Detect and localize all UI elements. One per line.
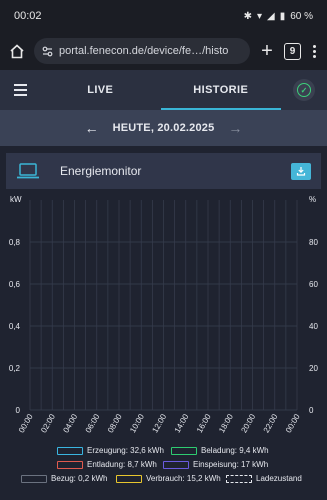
selected-date[interactable]: HEUTE, 20.02.2025 — [113, 122, 215, 134]
legend-swatch — [57, 460, 83, 469]
x-tick-label: 08:00 — [106, 412, 124, 434]
legend-swatch — [171, 446, 197, 455]
download-icon — [296, 167, 306, 176]
energy-chart: 0 00,2 200,4 400,6 600,8 80 00:00 02:00 04:00 06… — [9, 195, 319, 434]
x-tick-label: 12:00 — [150, 412, 168, 434]
y-left-tick-label: 0,4 — [9, 322, 21, 331]
legend-item-erzeugung[interactable]: Erzeugung: 32,6 kWh — [57, 446, 164, 455]
next-day-arrow-icon[interactable]: → — [228, 120, 242, 136]
signal-icon: ◢ — [266, 10, 275, 22]
site-settings-icon[interactable] — [42, 46, 53, 57]
system-icons: ✱ ▾ ◢ ▮ 60 % — [244, 11, 313, 22]
x-tick-label: 22:00 — [262, 412, 280, 434]
x-tick-label: 00:00 — [17, 412, 35, 434]
chart-legend: Erzeugung: 32,6 kWh Beladung: 9,4 kWh En… — [0, 446, 327, 500]
hamburger-menu-icon[interactable] — [0, 70, 40, 110]
y-left-tick-label: 0,8 — [9, 238, 21, 247]
legend-swatch — [57, 446, 83, 455]
download-button[interactable] — [291, 162, 311, 180]
legend-item-verbrauch[interactable]: Verbrauch: 15,2 kWh — [116, 474, 221, 483]
home-icon[interactable] — [8, 42, 26, 60]
x-tick-label: 20:00 — [239, 412, 257, 434]
legend-swatch — [21, 474, 47, 483]
x-tick-label: 06:00 — [84, 412, 102, 434]
previous-day-arrow-icon[interactable]: ← — [85, 120, 99, 136]
legend-swatch — [226, 474, 252, 483]
legend-swatch — [163, 460, 189, 469]
legend-item-entladung[interactable]: Entladung: 8,7 kWh — [57, 460, 157, 469]
y-right-tick-label: 40 — [309, 322, 318, 331]
y-right-tick-label: 80 — [309, 238, 318, 247]
x-tick-label: 00:00 — [284, 412, 302, 434]
card-title: Energiemonitor — [60, 164, 142, 178]
tab-live[interactable]: LIVE — [40, 70, 161, 110]
more-menu-icon[interactable] — [309, 44, 319, 58]
x-tick-label: 14:00 — [173, 412, 191, 434]
y-right-tick-label: 20 — [309, 364, 318, 373]
new-tab-icon[interactable]: + — [258, 41, 276, 61]
system-status-button[interactable]: ✓ — [281, 79, 327, 101]
x-tick-label: 16:00 — [195, 412, 213, 434]
y-left-unit: kW — [10, 195, 22, 204]
app-header: LIVE HISTORIE ✓ — [0, 70, 327, 110]
tab-switcher-button[interactable]: 9 — [284, 42, 301, 60]
checkmark-icon: ✓ — [297, 83, 311, 97]
wifi-icon: ▾ — [256, 10, 262, 22]
legend-item-bezug[interactable]: Bezug: 0,2 kWh — [21, 474, 107, 483]
legend-swatch — [116, 474, 142, 483]
x-tick-label: 18:00 — [217, 412, 235, 434]
x-tick-label: 04:00 — [61, 412, 79, 434]
x-tick-label: 02:00 — [39, 412, 57, 434]
bluetooth-icon: ✱ — [243, 10, 252, 22]
system-status-bar: 00:02 ✱ ▾ ◢ ▮ 60 % — [0, 0, 327, 32]
battery-level: 60 % — [290, 10, 313, 22]
y-left-tick-label: 0,2 — [9, 364, 21, 373]
browser-toolbar: portal.fenecon.de/device/fe…/histo + 9 — [0, 32, 327, 70]
x-tick-label: 10:00 — [128, 412, 146, 434]
y-left-tick-label: 0,6 — [9, 280, 21, 289]
energy-monitor-card-header: Energiemonitor — [6, 153, 321, 189]
legend-item-ladezustand[interactable]: Ladezustand — [226, 474, 302, 483]
y-right-tick-label: 60 — [309, 280, 318, 289]
laptop-icon — [17, 163, 39, 179]
clock: 00:02 — [14, 10, 42, 22]
legend-item-einspeisung[interactable]: Einspeisung: 17 kWh — [163, 460, 268, 469]
legend-item-beladung[interactable]: Beladung: 9,4 kWh — [171, 446, 269, 455]
y-right-unit: % — [309, 195, 316, 204]
y-right-tick-label: 0 — [309, 406, 314, 415]
battery-icon: ▮ — [279, 10, 286, 22]
y-left-tick-label: 0 — [16, 406, 21, 415]
address-bar[interactable]: portal.fenecon.de/device/fe…/histo — [34, 38, 250, 64]
date-navigation: ← HEUTE, 20.02.2025 → — [0, 110, 327, 146]
url-text: portal.fenecon.de/device/fe…/histo — [59, 45, 229, 57]
tab-historie[interactable]: HISTORIE — [160, 70, 282, 110]
